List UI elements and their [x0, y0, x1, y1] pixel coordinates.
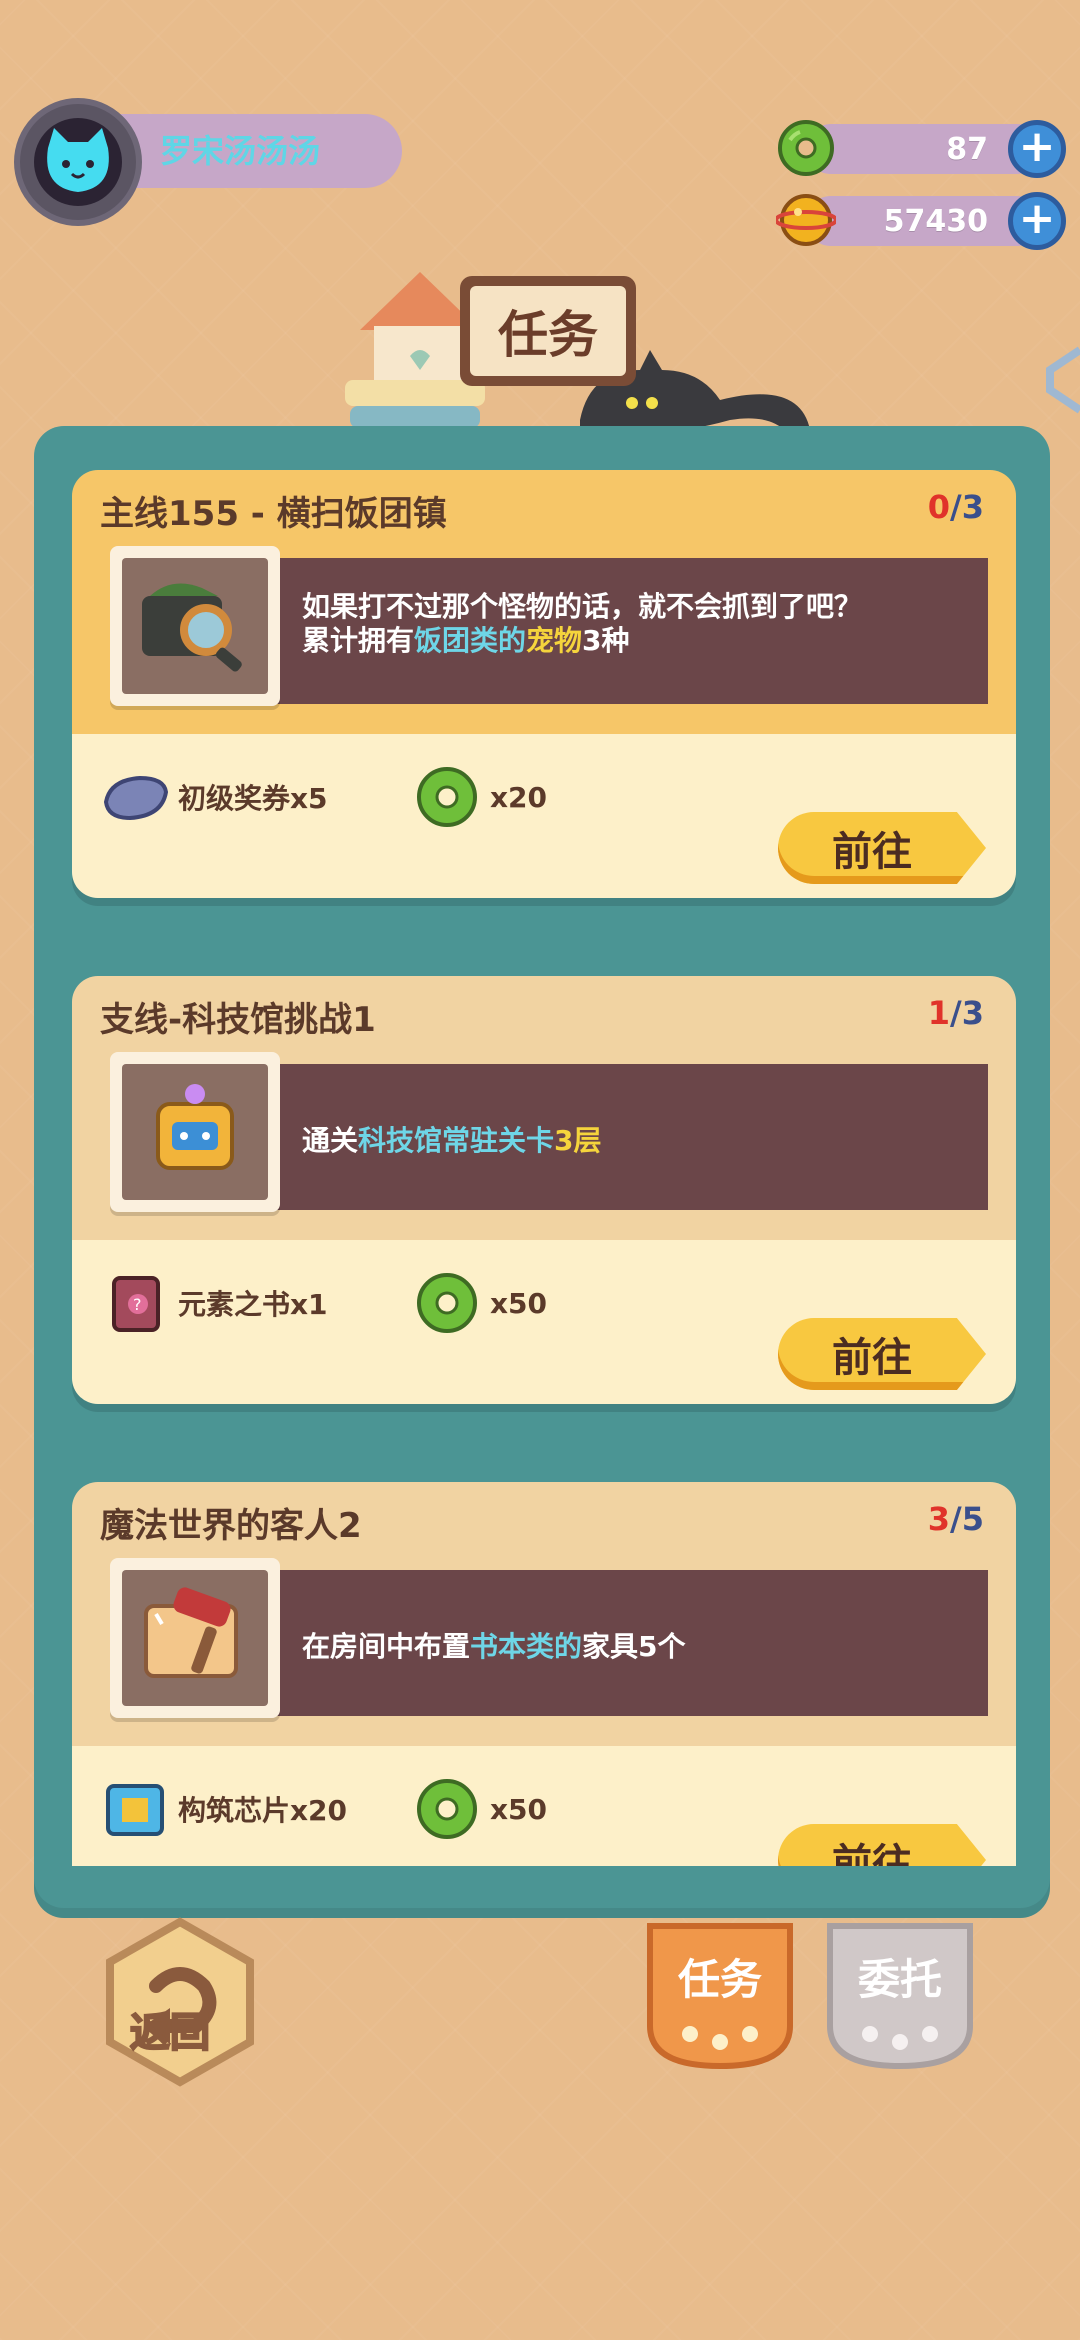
- quest-progress: 0/3: [928, 488, 984, 526]
- add-donut-button[interactable]: +: [1008, 120, 1066, 178]
- reward-label: 元素之书x1: [178, 1288, 328, 1321]
- reward-label: 构筑芯片x20: [178, 1794, 348, 1827]
- gold-coin-icon: [776, 194, 836, 246]
- green-donut-icon: [778, 120, 834, 176]
- reward-item[interactable]: x50: [412, 1774, 547, 1844]
- quest-list[interactable]: 主线155 - 横扫饭团镇 0/3 如果打不过那个怪物的话，就不会抓到了吧？ 累…: [72, 470, 1016, 1866]
- quest-description: 通关科技馆常驻关卡3层: [302, 1124, 602, 1157]
- reward-item[interactable]: x20: [412, 762, 547, 832]
- progress-total: 3: [961, 994, 984, 1032]
- avatar-frame[interactable]: [14, 98, 142, 226]
- camera-magnifier-icon: [142, 583, 242, 672]
- profile-badge[interactable]: 罗宋汤汤汤: [14, 98, 402, 226]
- quest-card-side: 魔法世界的客人2 3/5 在房间中布置书本类的家具5个 构筑芯片x20 x50 …: [72, 1482, 1016, 1866]
- side-clip-icon[interactable]: [1040, 340, 1080, 420]
- element-book-icon: ?: [112, 1276, 160, 1332]
- go-button[interactable]: 前往: [778, 1824, 986, 1866]
- tab-commission[interactable]: 委托: [820, 1916, 980, 2076]
- header-sign: 任务: [460, 276, 636, 386]
- reward-item[interactable]: ? 元素之书x1: [100, 1268, 328, 1338]
- quest-card-main: 主线155 - 横扫饭团镇 0/3 如果打不过那个怪物的话，就不会抓到了吧？ 累…: [72, 470, 1016, 898]
- quest-title: 主线155 - 横扫饭团镇: [100, 494, 447, 534]
- quest-objective: 累计拥有饭团类的宠物3种: [302, 624, 630, 657]
- ticket-icon: [103, 775, 169, 821]
- quest-flavor-text: 如果打不过那个怪物的话，就不会抓到了吧？: [302, 590, 863, 623]
- donut-currency: 87 +: [766, 118, 1066, 178]
- green-donut-icon: [417, 767, 477, 827]
- quest-progress: 3/5: [928, 1500, 984, 1538]
- reward-item[interactable]: 构筑芯片x20: [100, 1774, 347, 1844]
- page-title: 任务: [470, 286, 626, 376]
- green-donut-icon: [417, 1273, 477, 1333]
- quest-description: 如果打不过那个怪物的话，就不会抓到了吧？ 累计拥有饭团类的宠物3种: [302, 590, 982, 658]
- cat-face-icon: [47, 128, 109, 192]
- paint-roller-icon: [144, 1587, 238, 1678]
- back-label[interactable]: 返回: [129, 2000, 211, 2058]
- donut-count: 87: [946, 132, 988, 167]
- quest-card-side: 支线-科技馆挑战1 1/3 通关科技馆常驻关卡3层 ? 元素之书x1 x50 前…: [72, 976, 1016, 1404]
- progress-current: 0: [927, 488, 951, 526]
- quest-thumbnail: [110, 1052, 280, 1212]
- avatar: [34, 118, 122, 206]
- progress-total: 3: [961, 488, 984, 526]
- quest-title: 魔法世界的客人2: [100, 1506, 362, 1546]
- reward-label: x20: [490, 780, 548, 814]
- quest-thumbnail: [110, 1558, 280, 1718]
- tab-tasks[interactable]: 任务: [640, 1916, 800, 2076]
- robot-icon: [156, 1084, 234, 1170]
- tab-commission-label: 委托: [857, 1955, 942, 2004]
- progress-separator: /: [950, 1500, 962, 1538]
- progress-current: 3: [927, 1500, 951, 1538]
- go-button[interactable]: 前往: [778, 1318, 986, 1390]
- reward-item[interactable]: x50: [412, 1268, 547, 1338]
- go-button[interactable]: 前往: [778, 812, 986, 884]
- quest-title: 支线-科技馆挑战1: [100, 1000, 376, 1040]
- svg-text:?: ?: [133, 1295, 142, 1314]
- green-donut-icon: [417, 1779, 477, 1839]
- reward-label: x50: [490, 1792, 548, 1826]
- add-coin-button[interactable]: +: [1008, 192, 1066, 250]
- player-name: 罗宋汤汤汤: [160, 132, 321, 170]
- reward-item[interactable]: 初级奖券x5: [100, 762, 328, 832]
- progress-current: 1: [927, 994, 951, 1032]
- build-chip-icon: [106, 1784, 164, 1836]
- tab-tasks-label: 任务: [677, 1955, 762, 2004]
- progress-separator: /: [950, 488, 962, 526]
- currency-pill: [806, 124, 1042, 174]
- coin-count: 57430: [883, 204, 988, 239]
- quest-progress: 1/3: [928, 994, 984, 1032]
- reward-label: 初级奖券x5: [178, 782, 328, 815]
- quest-description: 在房间中布置书本类的家具5个: [302, 1630, 686, 1663]
- coin-currency: 57430 +: [766, 190, 1066, 250]
- progress-separator: /: [950, 994, 962, 1032]
- progress-total: 5: [961, 1500, 984, 1538]
- quest-thumbnail: [110, 546, 280, 706]
- reward-label: x50: [490, 1286, 548, 1320]
